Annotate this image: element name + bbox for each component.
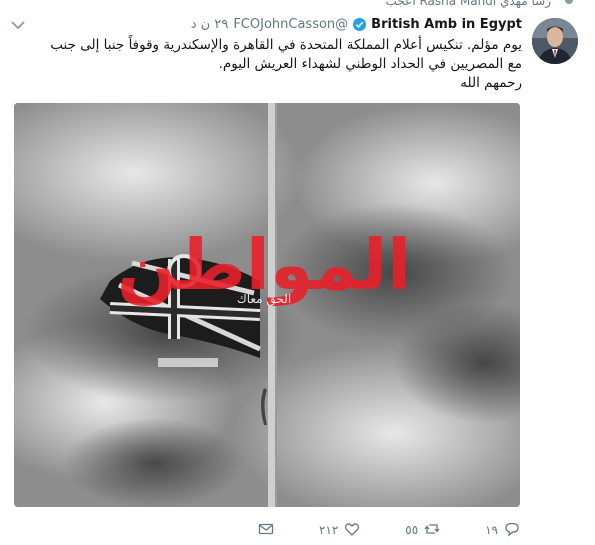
direct-message-button[interactable]	[258, 521, 274, 540]
verified-badge-icon	[353, 17, 367, 31]
retweet-icon	[424, 521, 440, 540]
tweet-actions: ١٩ ٥٥ ٢١٢	[258, 519, 520, 541]
watermark-subtitle: الحق معاك	[237, 292, 291, 307]
tweet-text-line: رحمهم الله	[460, 75, 522, 91]
like-count: ٢١٢	[318, 523, 339, 537]
like-button[interactable]: ٢١٢	[319, 521, 360, 540]
tweet-time[interactable]: ٢٩ ن د	[191, 17, 229, 32]
tweet-header: British Amb in Egypt @FCOJohnCasson ٢٩ ن…	[191, 14, 522, 34]
retweet-count: ٥٥	[405, 523, 419, 537]
direct-message-icon	[258, 521, 274, 540]
author-handle[interactable]: @FCOJohnCasson	[233, 17, 348, 32]
tweet-text-line: يوم مؤلم. تنكيس أعلام المملكة المتحدة في…	[50, 37, 522, 53]
tweet-text: يوم مؤلم. تنكيس أعلام المملكة المتحدة في…	[10, 36, 522, 93]
reply-count: ١٩	[485, 523, 498, 537]
reply-icon	[504, 521, 520, 540]
author-name[interactable]: British Amb in Egypt	[371, 17, 522, 32]
retweet-button[interactable]: ٥٥	[405, 521, 440, 540]
avatar[interactable]	[532, 18, 578, 64]
reply-button[interactable]: ١٩	[485, 521, 520, 540]
chevron-down-icon[interactable]	[10, 16, 26, 30]
heart-icon	[344, 521, 360, 540]
activity-notice: رشا مهدي Rasha Mahdi أعجب	[385, 0, 551, 8]
tweet-photo[interactable]: المواطن الحق معاك	[14, 103, 520, 507]
tweet-text-line: مع المصريين في الحداد الوطني لشهداء العر…	[218, 56, 522, 72]
